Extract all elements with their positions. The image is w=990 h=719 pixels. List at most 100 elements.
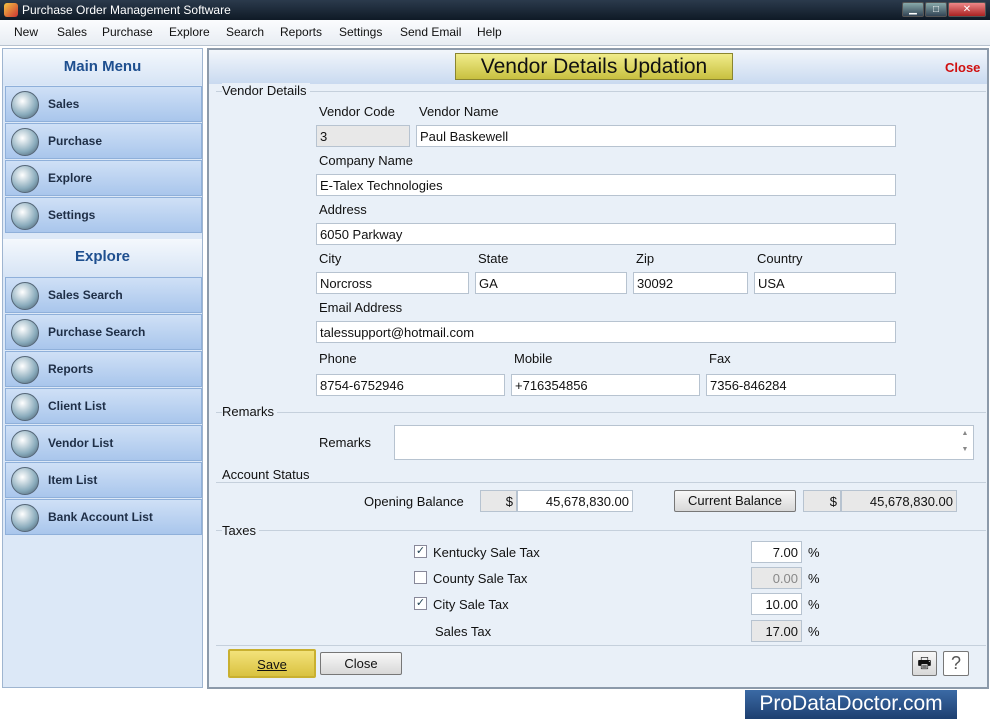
country-field[interactable]: USA [754,272,896,294]
vendor-code-field[interactable]: 3 [316,125,410,147]
mobile-field[interactable]: +716354856 [511,374,700,396]
city-label: City [319,251,342,266]
mobile-label: Mobile [514,351,553,366]
city-tax-checkbox[interactable]: ✓ [414,597,427,610]
account-status-heading: Account Status [222,467,313,482]
vendor-name-field[interactable]: Paul Baskewell [416,125,896,147]
menu-send-email[interactable]: Send Email [400,25,461,39]
percent-sign: % [808,624,820,639]
zip-label: Zip [636,251,655,266]
city-tax-field[interactable]: 10.00 [751,593,802,615]
sidebar-item-reports[interactable]: Reports [5,351,202,387]
reports-icon [11,356,39,384]
company-name-field[interactable]: E-Talex Technologies [316,174,896,196]
remarks-textarea[interactable] [394,425,974,460]
bank-icon [11,504,39,532]
save-button[interactable]: Save [228,649,316,678]
taxes-group [216,530,986,531]
phone-label: Phone [319,351,357,366]
explore-icon [11,165,39,193]
close-button[interactable]: Close [320,652,402,675]
sales-chart-icon [11,91,39,119]
sidebar-item-settings[interactable]: Settings [5,197,202,233]
menu-settings[interactable]: Settings [339,25,382,39]
sidebar-item-vendor-list[interactable]: Vendor List [5,425,202,461]
phone-field[interactable]: 8754-6752946 [316,374,505,396]
sidebar-item-label: Reports [48,362,94,376]
county-tax-checkbox[interactable] [414,571,427,584]
purchase-search-icon [11,319,39,347]
menu-new[interactable]: New [14,25,38,39]
sidebar-item-sales-search[interactable]: Sales Search [5,277,202,313]
state-label: State [478,251,509,266]
state-field[interactable]: GA [475,272,627,294]
menu-reports[interactable]: Reports [280,25,322,39]
sales-tax-label: Sales Tax [435,624,492,639]
kentucky-tax-checkbox[interactable]: ✓ [414,545,427,558]
taxes-heading: Taxes [222,523,259,538]
app-icon [4,3,18,17]
sidebar-item-label: Vendor List [48,436,114,450]
vendor-name-label: Vendor Name [419,104,499,119]
vendor-icon [11,430,39,458]
item-icon [11,467,39,495]
sidebar-item-bank-account-list[interactable]: Bank Account List [5,499,202,535]
menu-help[interactable]: Help [477,25,502,39]
sidebar-item-label: Sales [48,97,80,111]
sidebar-item-client-list[interactable]: Client List [5,388,202,424]
menu-sales[interactable]: Sales [57,25,87,39]
zip-field[interactable]: 30092 [633,272,748,294]
sidebar-item-purchase-search[interactable]: Purchase Search [5,314,202,350]
opening-balance-field[interactable]: 45,678,830.00 [517,490,633,512]
remarks-scrollbar[interactable]: ▲ ▼ [957,426,973,459]
help-icon[interactable]: ? [943,651,969,676]
kentucky-tax-field[interactable]: 7.00 [751,541,802,563]
watermark-logo: ProDataDoctor.com [745,690,957,719]
email-label: Email Address [319,300,403,315]
menu-bar: New Sales Purchase Explore Search Report… [0,20,990,46]
maximize-button[interactable]: □ [925,2,947,17]
sales-tax-field: 17.00 [751,620,802,642]
sidebar-item-label: Sales Search [48,288,123,302]
remarks-label: Remarks [319,435,372,450]
menu-search[interactable]: Search [226,25,264,39]
sidebar-item-purchase[interactable]: Purchase [5,123,202,159]
print-icon[interactable]: 🖶 [912,651,937,676]
client-icon [11,393,39,421]
sidebar-item-explore[interactable]: Explore [5,160,202,196]
fax-label: Fax [709,351,731,366]
percent-sign: % [808,571,820,586]
sidebar-item-label: Settings [48,208,96,222]
page-title: Vendor Details Updation [455,53,733,80]
email-field[interactable]: talessupport@hotmail.com [316,321,896,343]
vendor-code-label: Vendor Code [319,104,395,119]
vendor-details-heading: Vendor Details [222,83,310,98]
menu-explore[interactable]: Explore [169,25,210,39]
menu-purchase[interactable]: Purchase [102,25,153,39]
gear-icon [11,202,39,230]
window-close-button[interactable]: ✕ [948,2,986,17]
opening-balance-label: Opening Balance [364,494,464,509]
window-title: Purchase Order Management Software [22,3,231,17]
fax-field[interactable]: 7356-846284 [706,374,896,396]
kentucky-tax-label: Kentucky Sale Tax [433,545,540,560]
percent-sign: % [808,597,820,612]
city-tax-label: City Sale Tax [433,597,509,612]
sidebar-item-sales[interactable]: Sales [5,86,202,122]
company-name-label: Company Name [319,153,413,168]
address-field[interactable]: 6050 Parkway [316,223,896,245]
title-bar: Purchase Order Management Software [0,0,990,20]
city-field[interactable]: Norcross [316,272,469,294]
sidebar-item-label: Explore [48,171,93,185]
purchase-basket-icon [11,128,39,156]
close-link[interactable]: Close [945,60,980,75]
footer-divider [216,645,986,646]
opening-currency: $ [480,490,517,512]
main-menu-heading: Main Menu [3,49,202,85]
sidebar-item-item-list[interactable]: Item List [5,462,202,498]
remarks-group [216,412,986,413]
current-balance-button[interactable]: Current Balance [674,490,796,512]
county-tax-field[interactable]: 0.00 [751,567,802,589]
sidebar-item-label: Client List [48,399,107,413]
minimize-button[interactable]: ▁ [902,2,924,17]
